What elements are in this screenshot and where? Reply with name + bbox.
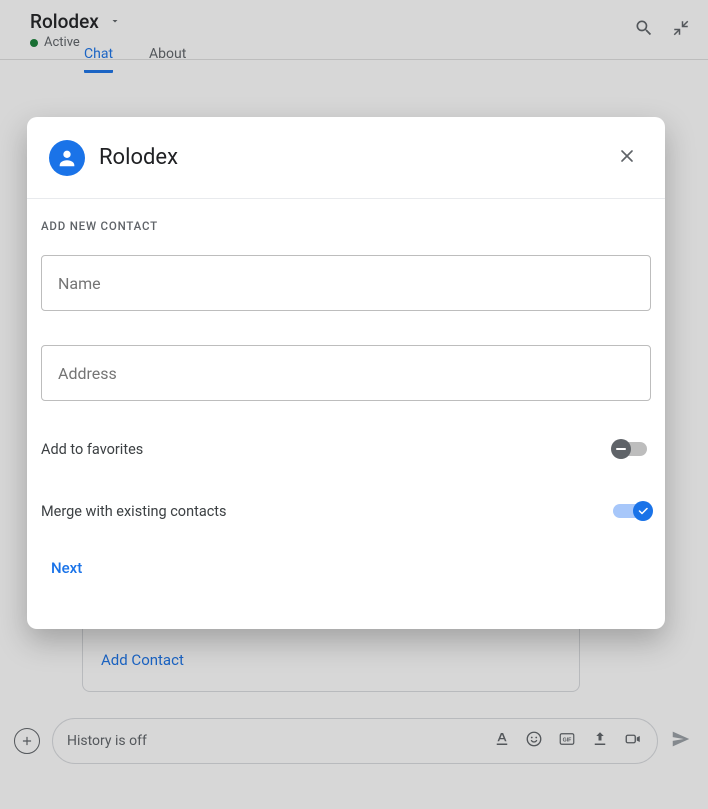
- address-placeholder: Address: [58, 364, 117, 383]
- add-contact-dialog: Rolodex ADD NEW CONTACT Name Address Add…: [27, 117, 665, 629]
- toggle-on-icon: [633, 501, 653, 521]
- favorites-label: Add to favorites: [41, 441, 143, 458]
- dialog-title: Rolodex: [99, 145, 597, 170]
- dialog-header: Rolodex: [27, 117, 665, 199]
- merge-label: Merge with existing contacts: [41, 503, 227, 520]
- section-label: ADD NEW CONTACT: [41, 219, 651, 233]
- name-field[interactable]: Name: [41, 255, 651, 311]
- address-field[interactable]: Address: [41, 345, 651, 401]
- close-icon: [617, 146, 637, 166]
- merge-toggle-row: Merge with existing contacts: [41, 501, 651, 521]
- next-button[interactable]: Next: [47, 553, 86, 583]
- toggle-off-icon: [611, 439, 631, 459]
- merge-toggle[interactable]: [613, 501, 651, 521]
- name-placeholder: Name: [58, 274, 101, 293]
- app-avatar-icon: [49, 140, 85, 176]
- favorites-toggle-row: Add to favorites: [41, 439, 651, 459]
- favorites-toggle[interactable]: [613, 439, 651, 459]
- close-button[interactable]: [611, 140, 643, 176]
